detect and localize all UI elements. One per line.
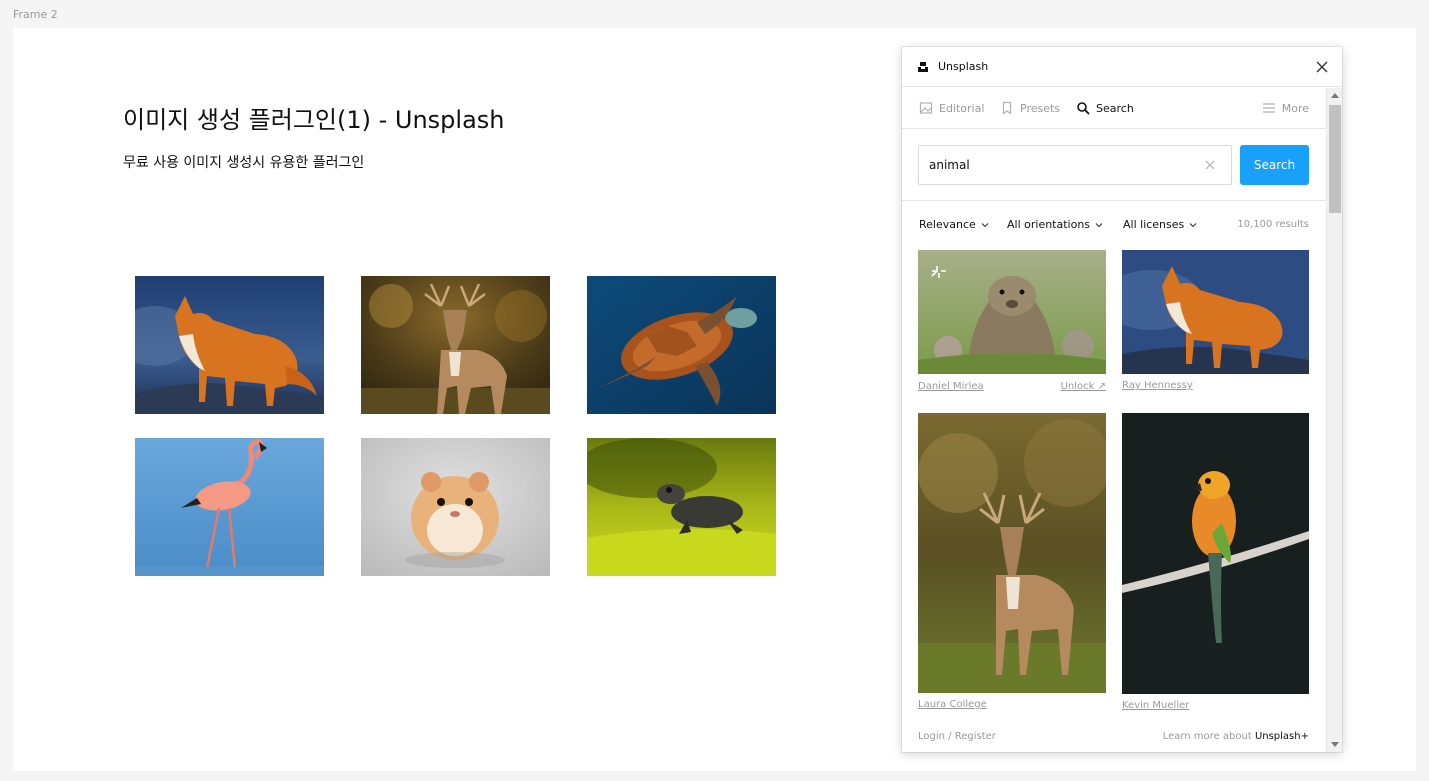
clear-icon[interactable]	[1204, 159, 1216, 171]
photo-toad[interactable]	[587, 438, 776, 576]
credit-ray-hennessy[interactable]: Ray Hennessy	[1122, 380, 1193, 391]
chevron-down-icon	[1189, 222, 1197, 227]
tab-search[interactable]: Search	[1076, 88, 1134, 128]
search-area: Search	[902, 129, 1326, 201]
tab-presets[interactable]: Presets	[1000, 88, 1060, 128]
credit-daniel-mirlea[interactable]: Daniel Mirlea	[918, 381, 984, 392]
login-register-link[interactable]: Login / Register	[918, 731, 996, 742]
photo-hamster[interactable]	[361, 438, 550, 576]
scroll-up-arrow-icon[interactable]	[1331, 93, 1339, 98]
relevance-label: Relevance	[919, 218, 976, 231]
filters-bar: Relevance All orientations All licenses …	[902, 213, 1326, 237]
result-image-deer[interactable]	[918, 413, 1106, 693]
orientation-label: All orientations	[1007, 218, 1091, 231]
unsplash-plugin-window: Unsplash Editorial Presets Search More S…	[902, 47, 1342, 752]
photo-deer[interactable]	[361, 276, 550, 414]
close-icon[interactable]	[1312, 57, 1332, 77]
credit-laura-college[interactable]: Laura College	[918, 699, 987, 710]
tab-editorial[interactable]: Editorial	[919, 88, 984, 128]
license-label: All licenses	[1123, 218, 1185, 231]
credit-kevin-mueller[interactable]: Kevin Mueller	[1122, 700, 1189, 711]
search-button[interactable]: Search	[1240, 145, 1309, 185]
unsplash-plus-link[interactable]: Unsplash+	[1255, 731, 1309, 742]
result-image-fox[interactable]	[1122, 250, 1309, 374]
page-title: 이미지 생성 플러그인(1) - Unsplash	[123, 106, 505, 134]
page-subtitle: 무료 사용 이미지 생성시 유용한 플러그인	[123, 155, 365, 171]
search-icon	[1077, 102, 1090, 115]
scrollbar[interactable]	[1326, 88, 1342, 752]
plugin-nav: Editorial Presets Search More	[902, 88, 1326, 129]
plugin-title: Unsplash	[938, 60, 989, 73]
scroll-thumb[interactable]	[1329, 105, 1341, 213]
unsplash-logo-icon	[918, 62, 928, 72]
plugin-footer: Login / Register Learn more about Unspla…	[902, 729, 1326, 749]
photo-sea-turtle[interactable]	[587, 276, 776, 414]
unsplash-plus-icon	[931, 266, 946, 278]
learn-more-text: Learn more about Unsplash+	[1163, 731, 1309, 742]
relevance-dropdown[interactable]: Relevance	[919, 218, 989, 231]
tab-presets-label: Presets	[1020, 101, 1061, 115]
chevron-down-icon	[1095, 222, 1103, 227]
scroll-down-arrow-icon[interactable]	[1331, 742, 1339, 747]
bookmark-icon	[1002, 101, 1012, 115]
chevron-down-icon	[981, 222, 989, 227]
results-count: 10,100 results	[1237, 219, 1309, 230]
photo-flamingo[interactable]	[135, 438, 324, 576]
menu-icon	[1262, 103, 1275, 113]
tab-search-label: Search	[1096, 101, 1134, 115]
image-icon	[919, 102, 933, 114]
orientation-dropdown[interactable]: All orientations	[1007, 218, 1103, 231]
learn-more-prefix: Learn more about	[1162, 731, 1255, 742]
result-image-parrot[interactable]	[1122, 413, 1309, 694]
license-dropdown[interactable]: All licenses	[1123, 218, 1197, 231]
photo-fox[interactable]	[135, 276, 324, 414]
tab-editorial-label: Editorial	[939, 101, 985, 115]
frame-label[interactable]: Frame 2	[13, 8, 58, 21]
search-input[interactable]	[918, 145, 1232, 185]
plugin-header: Unsplash	[902, 47, 1342, 87]
tab-more[interactable]: More	[1262, 88, 1309, 128]
tab-more-label: More	[1281, 101, 1309, 115]
unlock-link[interactable]: Unlock ↗	[1061, 381, 1106, 392]
